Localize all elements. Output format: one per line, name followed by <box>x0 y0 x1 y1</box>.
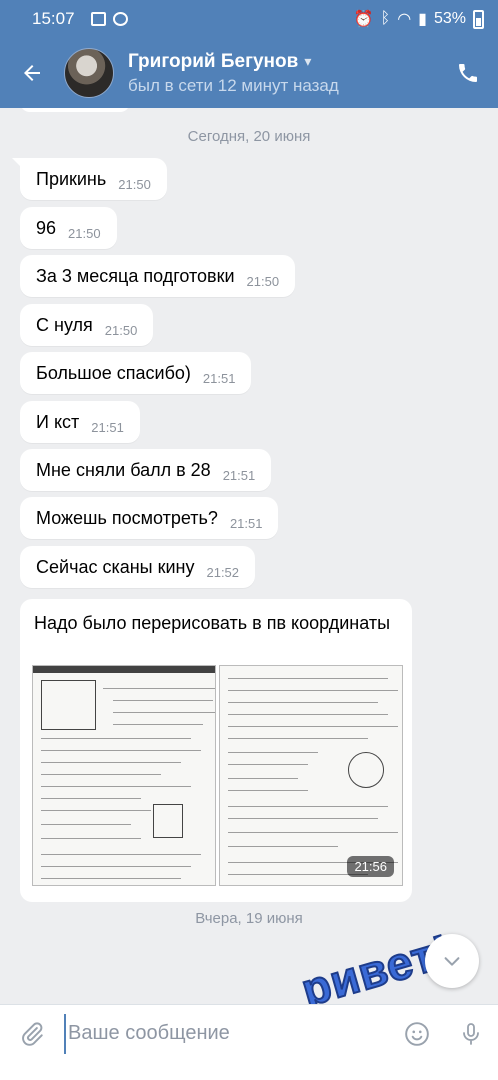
phone-icon <box>459 64 477 82</box>
bluetooth-icon: ᛒ <box>380 10 391 27</box>
message-bubble[interactable]: Мне сняли балл в 28 21:51 <box>20 449 272 491</box>
message-text: Сейчас сканы кину <box>36 556 195 577</box>
message-text: Большое спасибо) <box>36 362 191 383</box>
battery-percent: 53% <box>433 10 466 27</box>
scan-photo-2[interactable]: 21:56 <box>219 665 403 886</box>
previous-message-bubble <box>20 108 130 112</box>
photo-message-bubble[interactable]: Надо было перерисовать в пв координаты 2… <box>20 599 412 902</box>
message-time: 21:51 <box>229 515 263 531</box>
scan-photo-1[interactable] <box>32 665 216 886</box>
message-time: 21:51 <box>222 467 256 483</box>
scan-photos[interactable]: 21:56 <box>32 665 403 886</box>
message-bubble[interactable]: С нуля 21:50 <box>20 304 154 346</box>
chat-notification-icon <box>112 12 128 26</box>
chevron-down-icon <box>444 957 460 966</box>
paperclip-icon <box>22 1021 43 1046</box>
gallery-notification-icon <box>90 12 106 26</box>
contact-status: был в сети 12 минут назад <box>128 75 339 95</box>
avatar[interactable] <box>64 48 114 98</box>
emoji-button[interactable] <box>390 1005 444 1063</box>
arrow-left-icon <box>24 65 40 81</box>
message-time: 21:51 <box>91 419 124 435</box>
message-text: И кст <box>36 411 80 432</box>
message-text: Надо было перерисовать в пв координаты <box>34 613 391 633</box>
date-separator: Вчера, 19 июня <box>195 910 303 927</box>
message-bubble[interactable]: Прикинь 21:50 <box>12 158 167 200</box>
message-time: 21:50 <box>68 225 101 241</box>
message-text: С нуля <box>36 314 93 335</box>
contact-info[interactable]: Григорий Бегунов ▾ был в сети 12 минут н… <box>128 51 438 96</box>
message-text: Прикинь <box>36 168 107 189</box>
message-time: 21:51 <box>202 370 236 386</box>
message-text: 96 <box>36 217 57 238</box>
message-text: Можешь посмотреть? <box>36 507 218 528</box>
signal-icon: ▮ <box>418 11 427 28</box>
message-time: 21:50 <box>104 322 138 338</box>
back-button[interactable] <box>0 38 64 108</box>
chevron-down-icon: ▾ <box>304 53 312 69</box>
attach-button[interactable] <box>0 1005 64 1063</box>
call-button[interactable] <box>438 38 498 108</box>
message-input[interactable] <box>64 1013 390 1054</box>
smile-icon <box>405 1021 429 1046</box>
message-bubble[interactable]: Сейчас сканы кину 21:52 <box>20 546 256 588</box>
message-time: 21:52 <box>206 564 240 580</box>
message-bubble[interactable]: Большое спасибо) 21:51 <box>20 352 252 394</box>
alarm-icon: ⏰ <box>353 11 374 28</box>
status-bar: 15:07 ⏰ ᛒ ◠ ▮ 53% <box>0 0 498 38</box>
battery-icon <box>473 9 484 29</box>
message-text: Мне сняли балл в 28 <box>36 459 211 480</box>
chat-header: Григорий Бегунов ▾ был в сети 12 минут н… <box>0 38 498 108</box>
date-separator: Сегодня, 20 июня <box>187 128 311 145</box>
message-time: 21:50 <box>246 273 280 289</box>
message-list[interactable]: Сегодня, 20 июня Прикинь 21:50 96 21:50 … <box>0 108 498 1004</box>
message-time: 21:50 <box>118 176 151 192</box>
system-nav-bar <box>0 1062 498 1080</box>
scroll-down-button[interactable] <box>425 934 479 988</box>
contact-name: Григорий Бегунов <box>128 50 299 72</box>
message-bubble[interactable]: Можешь посмотреть? 21:51 <box>20 497 279 539</box>
voice-record-button[interactable] <box>444 1005 498 1063</box>
wifi-icon: ◠ <box>397 11 412 28</box>
message-text: За 3 месяца подготовки <box>36 265 235 286</box>
microphone-icon <box>463 1022 479 1045</box>
message-composer <box>0 1004 498 1062</box>
status-time: 15:07 <box>32 9 75 28</box>
message-bubble[interactable]: И кст 21:51 <box>20 401 140 443</box>
message-bubble[interactable]: 96 21:50 <box>20 207 117 249</box>
message-bubble[interactable]: За 3 месяца подготовки 21:50 <box>20 255 296 297</box>
photo-time: 21:56 <box>347 856 394 877</box>
